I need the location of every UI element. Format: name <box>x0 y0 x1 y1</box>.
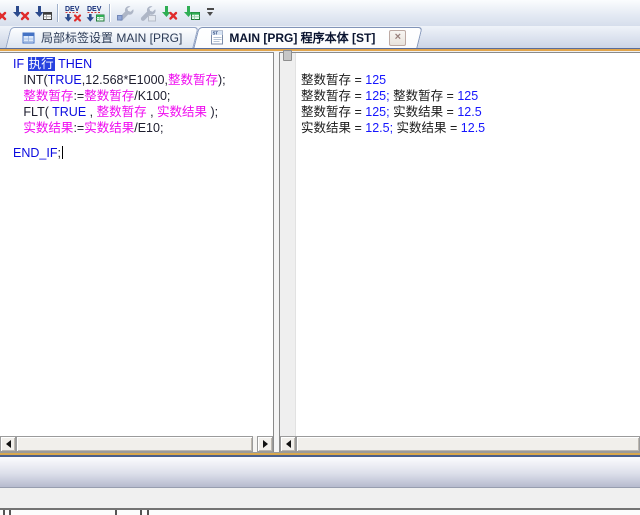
scrollbar-thumb[interactable] <box>16 436 253 452</box>
code-line[interactable]: END_IF; <box>13 145 273 161</box>
code-line[interactable]: IF 执行 THEN <box>13 56 273 72</box>
monitor-value: 12.5 <box>365 121 389 135</box>
tab-main-prg-st[interactable]: ST MAIN [PRG] 程序本体 [ST] × <box>196 27 420 48</box>
monitor-line: 整数暂存 = 125; 整数暂存 = 125 <box>301 88 640 104</box>
tab-local-label-settings[interactable]: 局部标签设置 MAIN [PRG] <box>8 27 196 48</box>
code-token: FLT( <box>23 105 52 119</box>
debug-toolbar: DEV DEV <box>0 0 640 27</box>
code-line[interactable]: 整数暂存:=整数暂存/K100; <box>13 88 273 104</box>
code-token: 整数暂存 <box>84 89 134 103</box>
code-token: 整数暂存 <box>23 89 73 103</box>
status-strip <box>0 510 640 515</box>
code-token <box>13 73 23 87</box>
code-token: := <box>73 89 84 103</box>
monitor-label: 实数结果 = <box>393 105 457 119</box>
tab-label: MAIN [PRG] 程序本体 [ST] <box>229 29 375 46</box>
code-line[interactable]: FLT( TRUE , 整数暂存 , 实数结果 ); <box>13 104 273 120</box>
code-token: ); <box>218 73 226 87</box>
code-token <box>13 89 23 103</box>
svg-text:DEV: DEV <box>87 6 102 13</box>
code-token: , <box>86 105 96 119</box>
right-horizontal-scrollbar[interactable] <box>280 436 640 452</box>
monitor-label: 整数暂存 = <box>301 89 365 103</box>
tab-label: 局部标签设置 MAIN [PRG] <box>41 29 182 46</box>
code-token: 12.568*E1000 <box>85 73 164 87</box>
code-token <box>13 105 23 119</box>
code-token: 整数暂存 <box>168 73 218 87</box>
text-caret <box>62 146 63 159</box>
watch-start-grid-icon[interactable] <box>181 3 201 23</box>
monitor-value: 125 <box>365 105 386 119</box>
code-token: 整数暂存 <box>97 105 147 119</box>
monitor-pane: 整数暂存 = 125整数暂存 = 125; 整数暂存 = 125整数暂存 = 1… <box>279 52 640 452</box>
dev-register-grid-icon[interactable]: DEV <box>85 3 105 23</box>
code-token: THEN <box>55 57 93 71</box>
toolbar-options-icon[interactable] <box>204 3 216 23</box>
watch-start-delete-icon[interactable] <box>159 3 179 23</box>
application-window: DEV DEV <box>0 0 640 515</box>
code-token: TRUE <box>52 105 86 119</box>
code-token: := <box>73 121 84 135</box>
close-icon[interactable]: × <box>389 30 406 46</box>
monitor-label: 整数暂存 = <box>393 89 457 103</box>
monitor-label: 实数结果 = <box>301 121 365 135</box>
toolbar-separator <box>57 4 59 22</box>
splitter-handle[interactable] <box>283 50 292 61</box>
scroll-left-arrow-icon[interactable] <box>280 436 296 452</box>
dev-register-delete-icon[interactable]: DEV <box>63 3 83 23</box>
lower-gray-strip <box>0 488 640 508</box>
monitor-value: 125 <box>457 89 478 103</box>
code-token: 实数结果 <box>157 105 207 119</box>
docked-window-area <box>0 457 640 488</box>
toolbar-separator <box>109 4 111 22</box>
code-line[interactable]: INT(TRUE,12.568*E1000,整数暂存); <box>13 72 273 88</box>
monitor-value: 125 <box>365 73 386 87</box>
monitor-value: 12.5 <box>461 121 485 135</box>
code-line[interactable]: 实数结果:=实数结果/E10; <box>13 120 273 136</box>
register-device-partial-icon[interactable] <box>0 3 9 23</box>
code-token: IF <box>13 57 28 71</box>
modify-wrench-blue-icon[interactable] <box>115 3 135 23</box>
monitor-line: 实数结果 = 12.5; 实数结果 = 12.5 <box>301 120 640 136</box>
svg-text:ST: ST <box>213 31 219 36</box>
st-code-pane: IF 执行 THEN INT(TRUE,12.568*E1000,整数暂存); … <box>0 52 274 452</box>
document-tab-bar: 局部标签设置 MAIN [PRG] ST MAIN [PRG] 程序本体 [ST… <box>0 26 640 48</box>
tabbar-accent-line <box>0 49 640 51</box>
monitor-vertical-scrollbar[interactable] <box>280 53 296 436</box>
device-watch-grid-icon[interactable] <box>33 3 53 23</box>
code-token: /E10; <box>134 121 163 135</box>
monitor-line: 整数暂存 = 125 <box>301 72 640 88</box>
code-token <box>13 121 23 135</box>
code-token: , <box>147 105 157 119</box>
modify-wrench-grid-icon[interactable] <box>137 3 157 23</box>
monitor-label: 整数暂存 = <box>301 73 365 87</box>
editor-split: IF 执行 THEN INT(TRUE,12.568*E1000,整数暂存); … <box>0 52 640 452</box>
monitor-value: 12.5 <box>457 105 481 119</box>
scrollbar-thumb[interactable] <box>296 436 640 452</box>
code-token: /K100; <box>134 89 170 103</box>
monitor-label: 整数暂存 = <box>301 105 365 119</box>
code-token: INT( <box>23 73 47 87</box>
device-watch-delete-icon[interactable] <box>11 3 31 23</box>
monitor-line: 整数暂存 = 125; 实数结果 = 12.5 <box>301 104 640 120</box>
code-token: END_IF <box>13 146 57 160</box>
monitor-value: 125 <box>365 89 386 103</box>
scroll-left-arrow-icon[interactable] <box>0 436 16 452</box>
code-token: 实数结果 <box>84 121 134 135</box>
code-token: TRUE <box>48 73 82 87</box>
st-code-editor[interactable]: IF 执行 THEN INT(TRUE,12.568*E1000,整数暂存); … <box>0 53 273 436</box>
monitor-value: ; <box>390 121 397 135</box>
code-token: ); <box>207 105 218 119</box>
monitor-value-list: 整数暂存 = 125整数暂存 = 125; 整数暂存 = 125整数暂存 = 1… <box>296 53 640 436</box>
left-horizontal-scrollbar[interactable] <box>0 436 273 452</box>
code-token: 执行 <box>28 57 55 71</box>
svg-text:DEV: DEV <box>65 6 80 13</box>
label-grid-icon <box>22 31 36 45</box>
monitor-label: 实数结果 = <box>397 121 461 135</box>
code-token: 实数结果 <box>23 121 73 135</box>
st-document-icon: ST <box>210 30 224 45</box>
scroll-right-arrow-icon[interactable] <box>257 436 273 452</box>
code-token: ; <box>57 146 60 160</box>
